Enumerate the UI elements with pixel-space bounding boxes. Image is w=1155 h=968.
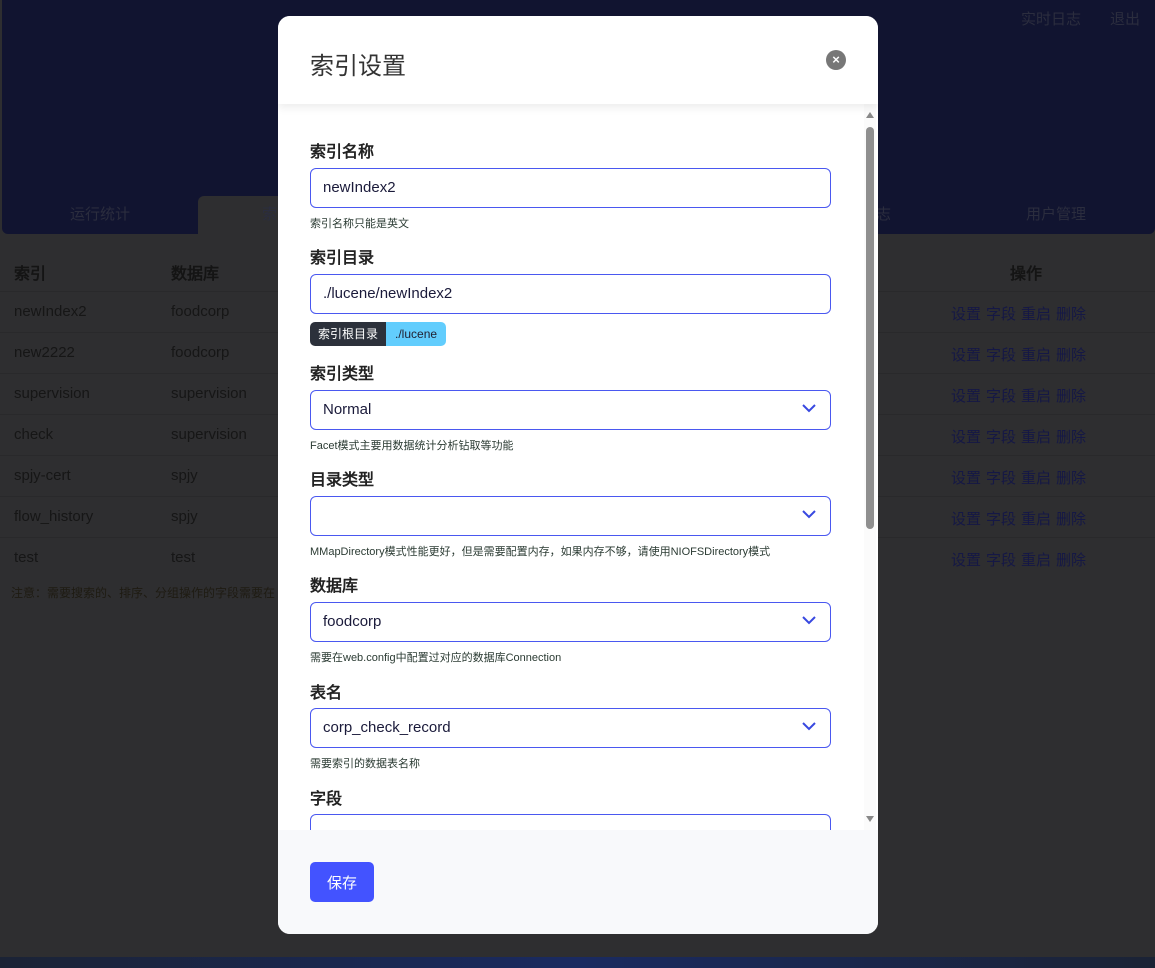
action-link-2[interactable]: 重启 [1021, 388, 1051, 405]
logout-link[interactable]: 退出 [1110, 8, 1140, 29]
index-name: new2222 [14, 344, 75, 361]
modal-body: 索引名称 newIndex2 索引名称只能是英文 索引目录 ./lucene/n… [278, 104, 878, 830]
action-link-2[interactable]: 重启 [1021, 552, 1051, 569]
save-button[interactable]: 保存 [310, 862, 374, 902]
type-help: Facet模式主要用数据统计分析钻取等功能 [310, 440, 514, 452]
db-name: supervision [171, 385, 247, 402]
db-help: 需要在web.config中配置过对应的数据库Connection [310, 652, 562, 664]
index-name: test [14, 549, 39, 566]
chevron-down-icon [802, 510, 816, 519]
row-actions: 设置 字段 重启 删除 [951, 508, 1091, 529]
db-name: test [171, 549, 196, 566]
index-name: supervision [14, 385, 90, 402]
action-link-2[interactable]: 重启 [1021, 511, 1051, 528]
table-help: 需要索引的数据表名称 [310, 758, 420, 770]
action-link-3[interactable]: 删除 [1056, 388, 1086, 405]
scroll-up-arrow-icon[interactable] [866, 112, 874, 118]
chevron-down-icon [802, 404, 816, 413]
index-name: newIndex2 [14, 303, 87, 320]
close-icon[interactable]: × [826, 50, 846, 70]
type-label: 索引类型 [310, 366, 375, 383]
action-link-1[interactable]: 字段 [986, 470, 1016, 487]
fields-label: 字段 [310, 791, 343, 808]
action-link-1[interactable]: 字段 [986, 429, 1016, 446]
index-dir-input[interactable]: ./lucene/newIndex2 [310, 274, 831, 314]
action-link-3[interactable]: 删除 [1056, 511, 1086, 528]
action-link-0[interactable]: 设置 [951, 306, 981, 323]
row-actions: 设置 字段 重启 删除 [951, 426, 1091, 447]
database-select[interactable]: foodcorp [310, 602, 831, 642]
index-type-select[interactable]: Normal [310, 390, 831, 430]
action-link-0[interactable]: 设置 [951, 388, 981, 405]
badge-value: ./lucene [386, 322, 447, 346]
name-label: 索引名称 [310, 144, 375, 161]
index-name-input[interactable]: newIndex2 [310, 168, 831, 208]
scrollbar-thumb[interactable] [866, 127, 874, 529]
action-link-0[interactable]: 设置 [951, 552, 981, 569]
action-link-3[interactable]: 删除 [1056, 306, 1086, 323]
action-link-0[interactable]: 设置 [951, 429, 981, 446]
root-dir-badge: 索引根目录 ./lucene [310, 322, 447, 346]
action-link-3[interactable]: 删除 [1056, 429, 1086, 446]
realtime-log-link[interactable]: 实时日志 [1021, 8, 1081, 29]
dirtype-label: 目录类型 [310, 472, 375, 489]
fields-input[interactable] [310, 814, 831, 830]
taskbar [0, 957, 1155, 968]
select-value: corp_check_record [323, 719, 451, 736]
db-name: spjy [171, 508, 198, 525]
row-actions: 设置 字段 重启 删除 [951, 303, 1091, 324]
col-db: 数据库 [171, 266, 220, 283]
action-link-2[interactable]: 重启 [1021, 347, 1051, 364]
action-link-1[interactable]: 字段 [986, 306, 1016, 323]
action-link-3[interactable]: 删除 [1056, 470, 1086, 487]
action-link-3[interactable]: 删除 [1056, 347, 1086, 364]
badge-key: 索引根目录 [310, 322, 387, 346]
index-settings-modal: 索引设置 × 索引名称 newIndex2 索引名称只能是英文 索引目录 ./l… [278, 16, 878, 934]
action-link-2[interactable]: 重启 [1021, 470, 1051, 487]
table-name-select[interactable]: corp_check_record [310, 708, 831, 748]
dirtype-help: MMapDirectory模式性能更好，但是需要配置内存，如果内存不够，请使用N… [310, 546, 771, 558]
dir-label: 索引目录 [310, 250, 375, 267]
modal-title: 索引设置 [310, 53, 406, 80]
select-value: foodcorp [323, 613, 382, 630]
action-link-1[interactable]: 字段 [986, 511, 1016, 528]
db-name: foodcorp [171, 344, 230, 361]
chevron-down-icon [802, 616, 816, 625]
col-index: 索引 [14, 266, 47, 283]
action-link-1[interactable]: 字段 [986, 347, 1016, 364]
action-link-3[interactable]: 删除 [1056, 552, 1086, 569]
db-label: 数据库 [310, 578, 359, 595]
action-link-2[interactable]: 重启 [1021, 429, 1051, 446]
table-label: 表名 [310, 685, 343, 702]
modal-footer: 保存 [278, 830, 878, 934]
row-actions: 设置 字段 重启 删除 [951, 385, 1091, 406]
chevron-down-icon [802, 722, 816, 731]
db-name: foodcorp [171, 303, 230, 320]
action-link-0[interactable]: 设置 [951, 347, 981, 364]
db-name: supervision [171, 426, 247, 443]
tab-stats[interactable]: 运行统计 [2, 196, 198, 234]
row-actions: 设置 字段 重启 删除 [951, 344, 1091, 365]
action-link-2[interactable]: 重启 [1021, 306, 1051, 323]
action-link-0[interactable]: 设置 [951, 470, 981, 487]
tab-users[interactable]: 用户管理 [958, 196, 1154, 234]
index-name: check [14, 426, 54, 443]
modal-header: 索引设置 × [278, 16, 878, 104]
table-note: 注意：需要搜索的、排序、分组操作的字段需要在 [11, 586, 276, 600]
scroll-down-arrow-icon[interactable] [866, 816, 874, 822]
index-name: spjy-cert [14, 467, 71, 484]
row-actions: 设置 字段 重启 删除 [951, 549, 1091, 570]
row-actions: 设置 字段 重启 删除 [951, 467, 1091, 488]
dir-type-select[interactable] [310, 496, 831, 536]
action-link-1[interactable]: 字段 [986, 552, 1016, 569]
name-help: 索引名称只能是英文 [310, 218, 409, 230]
db-name: spjy [171, 467, 198, 484]
select-value: Normal [323, 401, 372, 418]
col-actions: 操作 [1010, 266, 1043, 283]
action-link-0[interactable]: 设置 [951, 511, 981, 528]
index-name: flow_history [14, 508, 94, 525]
action-link-1[interactable]: 字段 [986, 388, 1016, 405]
